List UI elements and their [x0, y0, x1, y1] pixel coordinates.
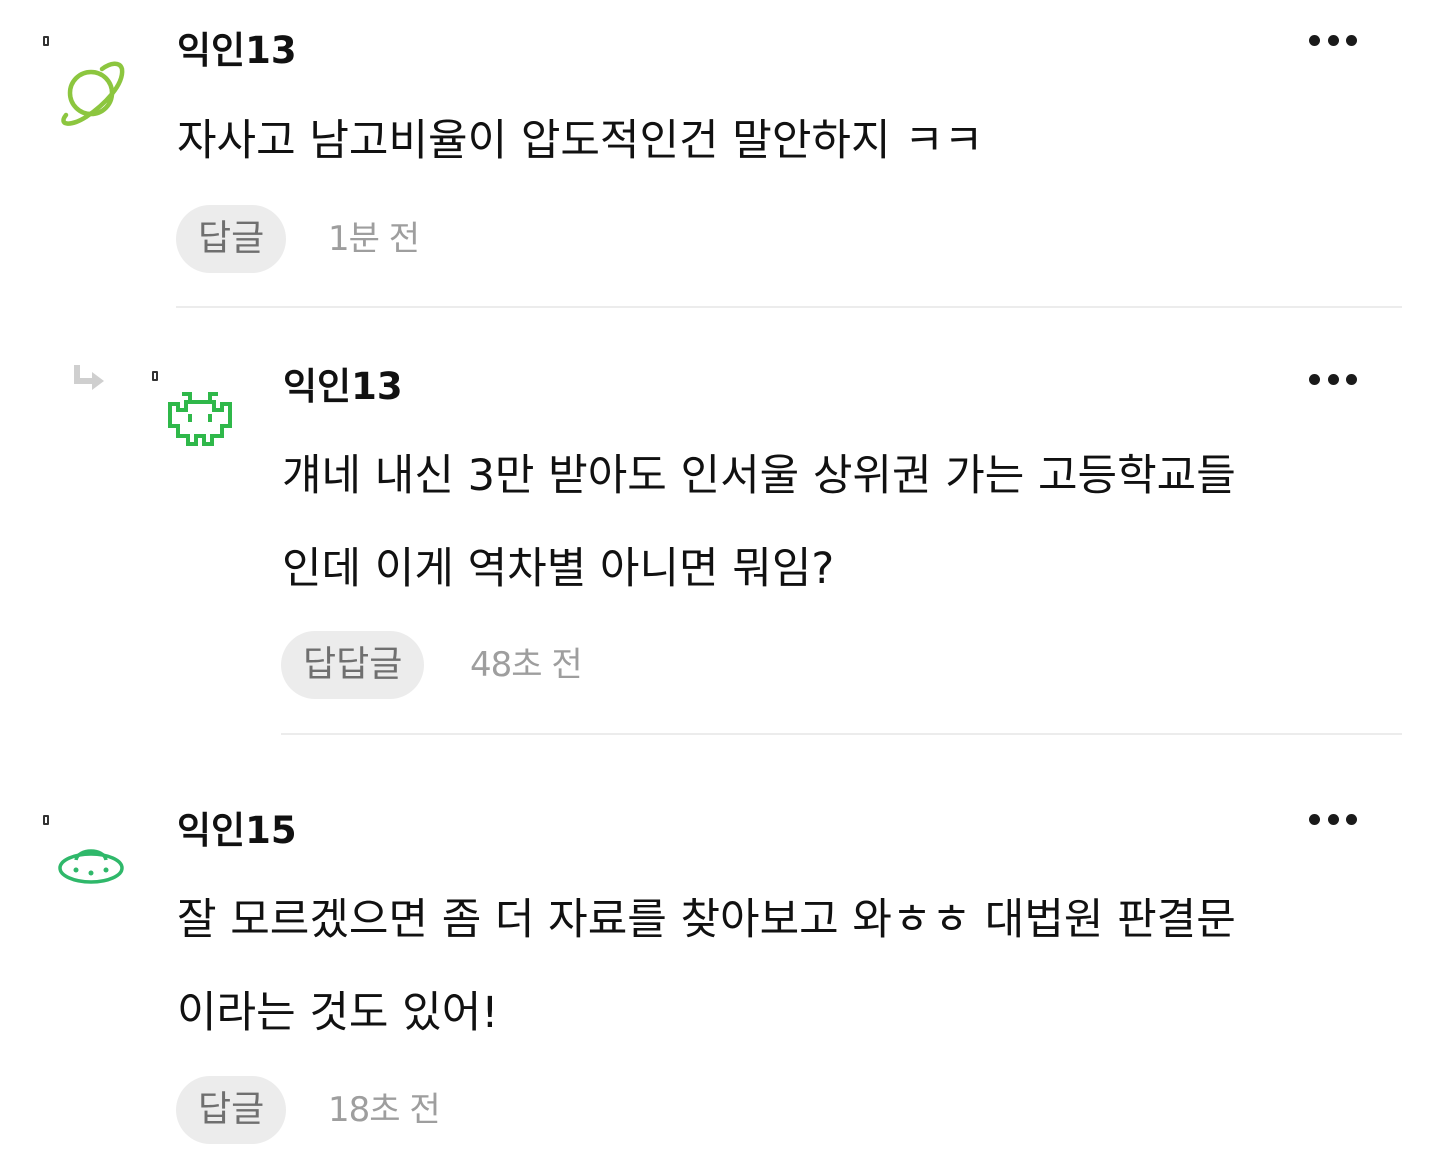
- reply-button[interactable]: 답글: [176, 1076, 287, 1144]
- comment-text-line-2: 이라는 것도 있어!: [177, 988, 499, 1038]
- badge-mark: [43, 815, 49, 825]
- comment-item: 익인15 잘 모르겠으면 좀 더 자료를 찾아보고 와ㅎㅎ 대법원 판결문 이라…: [0, 0, 1437, 1153]
- more-options-icon[interactable]: [1309, 811, 1357, 827]
- ufo-icon: [58, 849, 124, 884]
- comment-text-line-1: 잘 모르겠으면 좀 더 자료를 찾아보고 와ㅎㅎ 대법원 판결문: [177, 895, 1236, 945]
- nickname: 익인15: [177, 809, 297, 852]
- timestamp: 18초 전: [328, 1090, 441, 1130]
